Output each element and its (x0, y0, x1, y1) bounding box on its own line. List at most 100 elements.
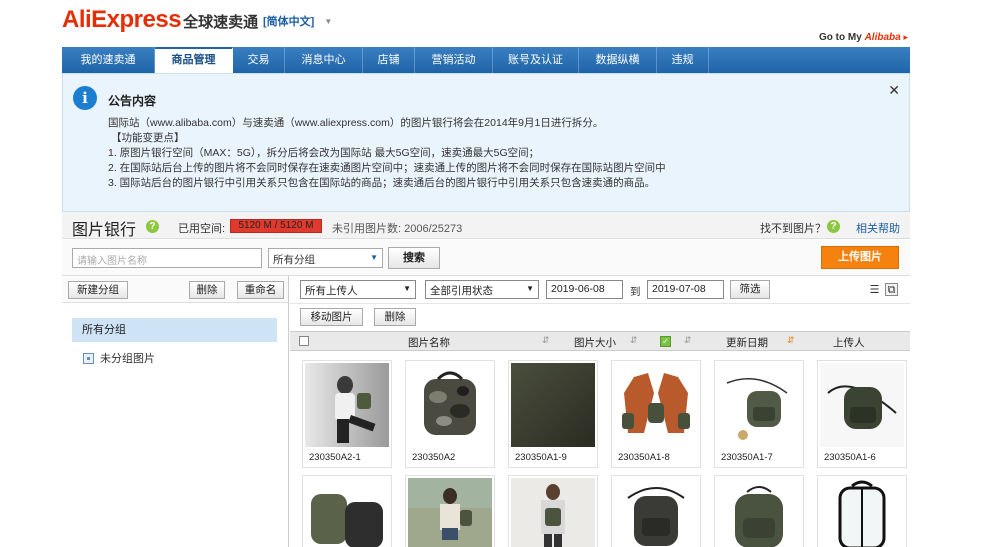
image-tile[interactable] (508, 475, 598, 547)
nav-item[interactable]: 我的速卖通 (62, 47, 155, 73)
image-tile[interactable] (817, 475, 907, 547)
image-thumbnail[interactable] (511, 363, 595, 447)
nav-item[interactable]: 账号及认证 (493, 47, 579, 73)
rename-group-button[interactable]: 重命名 (237, 281, 284, 299)
search-button[interactable]: 搜索 (388, 247, 440, 269)
nav-item[interactable]: 营销活动 (415, 47, 493, 73)
image-thumbnail[interactable] (614, 478, 698, 547)
sort-icon[interactable]: ⇵ (542, 335, 549, 346)
chevron-down-icon: ▼ (403, 284, 411, 293)
image-tile[interactable]: 230350A1-9 (508, 360, 598, 468)
date-range-to: 到 (630, 286, 641, 298)
image-tile[interactable]: 230350A1-6 (817, 360, 907, 468)
nav-item[interactable]: 交易 (233, 47, 285, 73)
nav-item[interactable]: 店铺 (363, 47, 415, 73)
filter-button[interactable]: 筛选 (730, 280, 770, 299)
announcement-body: 国际站（www.alibaba.com）与速卖通（www.aliexpress.… (108, 116, 666, 191)
upload-image-button[interactable]: 上传图片 (821, 246, 899, 269)
image-tile[interactable]: 230350A1-7 (714, 360, 804, 468)
used-space-meter: 5120 M / 5120 M (230, 219, 322, 233)
used-space-label: 已用空间: (178, 223, 226, 235)
image-name: 230350A2-1 (309, 452, 361, 463)
folder-icon (83, 352, 94, 364)
group-select[interactable]: 所有分组 ▼ (268, 248, 383, 268)
group-select-value: 所有分组 (273, 254, 315, 266)
col-image-name[interactable]: 图片名称 (408, 335, 450, 350)
view-toggle: ☰ ⧉ (868, 283, 898, 296)
image-name: 230350A1-9 (515, 452, 567, 463)
goto-brand: Alibaba (864, 32, 901, 43)
goto-alibaba-link[interactable]: Go to My Alibaba ▸ (819, 32, 908, 43)
date-to-input[interactable]: 2019-07-08 (647, 280, 724, 299)
image-thumbnail[interactable] (305, 363, 389, 447)
nav-item[interactable]: 商品管理 (155, 47, 233, 73)
related-help-link[interactable]: 相关帮助 (856, 220, 900, 236)
announcement-panel: i 公告内容 ✕ 国际站（www.alibaba.com）与速卖通（www.al… (62, 73, 910, 212)
col-image-size[interactable]: 图片大小 (574, 335, 616, 350)
image-thumbnail[interactable] (614, 363, 698, 447)
action-row: 移动图片 删除 (290, 304, 910, 329)
col-uploader[interactable]: 上传人 (833, 335, 865, 350)
reference-status-select[interactable]: 全部引用状态 ▼ (425, 280, 539, 299)
image-thumbnail[interactable] (820, 478, 904, 547)
grid-view-icon[interactable]: ⧉ (885, 283, 898, 296)
announcement-item: 3. 国际站后台的图片银行中引用关系只包含在国际站的商品；速卖通后台的图片银行中… (108, 177, 656, 189)
help-icon[interactable]: ? (146, 220, 159, 233)
sort-icon[interactable]: ⇵ (684, 335, 691, 346)
delete-image-button[interactable]: 删除 (374, 308, 416, 326)
announcement-item: 1. 原图片银行空间（MAX：5G），拆分后将会改为国际站 最大5G空间，速卖通… (108, 147, 540, 159)
aliexpress-logo[interactable]: AliExpress 全球速卖通 (62, 6, 258, 33)
cant-find-image-text: 找不到图片？ (760, 223, 826, 235)
delete-group-button[interactable]: 删除 (189, 281, 225, 299)
image-thumbnail[interactable] (408, 478, 492, 547)
image-tile[interactable]: 230350A1-8 (611, 360, 701, 468)
nav-item[interactable]: 违规 (657, 47, 709, 73)
image-tile[interactable] (302, 475, 392, 547)
announcement-header: 【功能变更点】 (111, 132, 185, 144)
image-thumbnail[interactable] (408, 363, 492, 447)
language-selector[interactable]: [简体中文] ▼ (263, 13, 332, 29)
select-all-checkbox[interactable] (299, 336, 309, 346)
move-image-button[interactable]: 移动图片 (300, 308, 363, 326)
arrow-right-icon: ▸ (903, 32, 908, 42)
language-label: [简体中文] (263, 16, 315, 28)
search-input[interactable]: 请输入图片名称 (72, 248, 262, 268)
image-tile[interactable]: 230350A2 (405, 360, 495, 468)
image-thumbnail[interactable] (511, 478, 595, 547)
goto-prefix: Go to My (819, 32, 862, 43)
image-thumbnail[interactable] (820, 363, 904, 447)
nav-item[interactable]: 消息中心 (285, 47, 363, 73)
sort-icon[interactable]: ⇵ (787, 335, 794, 346)
date-from-input[interactable]: 2019-06-08 (546, 280, 623, 299)
group-sidebar: 新建分组 删除 重命名 所有分组 未分组图片 (62, 276, 289, 547)
top-header: AliExpress 全球速卖通 [简体中文] ▼ Go to My Aliba… (0, 0, 1000, 46)
list-view-icon[interactable]: ☰ (868, 283, 881, 296)
image-thumbnail[interactable] (305, 478, 389, 547)
image-bank-bar: 图片银行 ? 已用空间: 5120 M / 5120 M 未引用图片数: 200… (62, 212, 910, 239)
group-toolbar: 新建分组 删除 重命名 (62, 276, 288, 303)
help-icon[interactable]: ? (827, 220, 840, 233)
image-name: 230350A2 (412, 452, 456, 463)
page-title: 图片银行 (72, 222, 137, 239)
image-tile[interactable] (714, 475, 804, 547)
col-updated-date[interactable]: 更新日期 (726, 335, 768, 350)
search-row: 请输入图片名称 所有分组 ▼ 搜索 上传图片 (62, 240, 910, 276)
uploader-select[interactable]: 所有上传人 ▼ (300, 280, 416, 299)
new-group-button[interactable]: 新建分组 (68, 281, 128, 299)
reference-checkbox[interactable]: ✓ (660, 335, 671, 347)
image-thumbnail[interactable] (717, 363, 801, 447)
image-thumbnail[interactable] (717, 478, 801, 547)
image-tile[interactable] (405, 475, 495, 547)
close-icon[interactable]: ✕ (888, 82, 900, 99)
chevron-down-icon: ▼ (370, 253, 378, 262)
filter-row: 所有上传人 ▼ 全部引用状态 ▼ 2019-06-08 到 2019-07-08… (290, 276, 910, 304)
sidebar-item-ungrouped[interactable]: 未分组图片 (83, 350, 155, 366)
info-icon: i (73, 86, 97, 110)
sidebar-item-all-groups[interactable]: 所有分组 (72, 318, 277, 342)
image-list-panel: 所有上传人 ▼ 全部引用状态 ▼ 2019-06-08 到 2019-07-08… (290, 276, 910, 547)
sort-icon[interactable]: ⇵ (630, 335, 637, 346)
chevron-down-icon: ▼ (324, 16, 333, 26)
image-tile[interactable] (611, 475, 701, 547)
image-tile[interactable]: 230350A2-1 (302, 360, 392, 468)
nav-item[interactable]: 数据纵横 (579, 47, 657, 73)
